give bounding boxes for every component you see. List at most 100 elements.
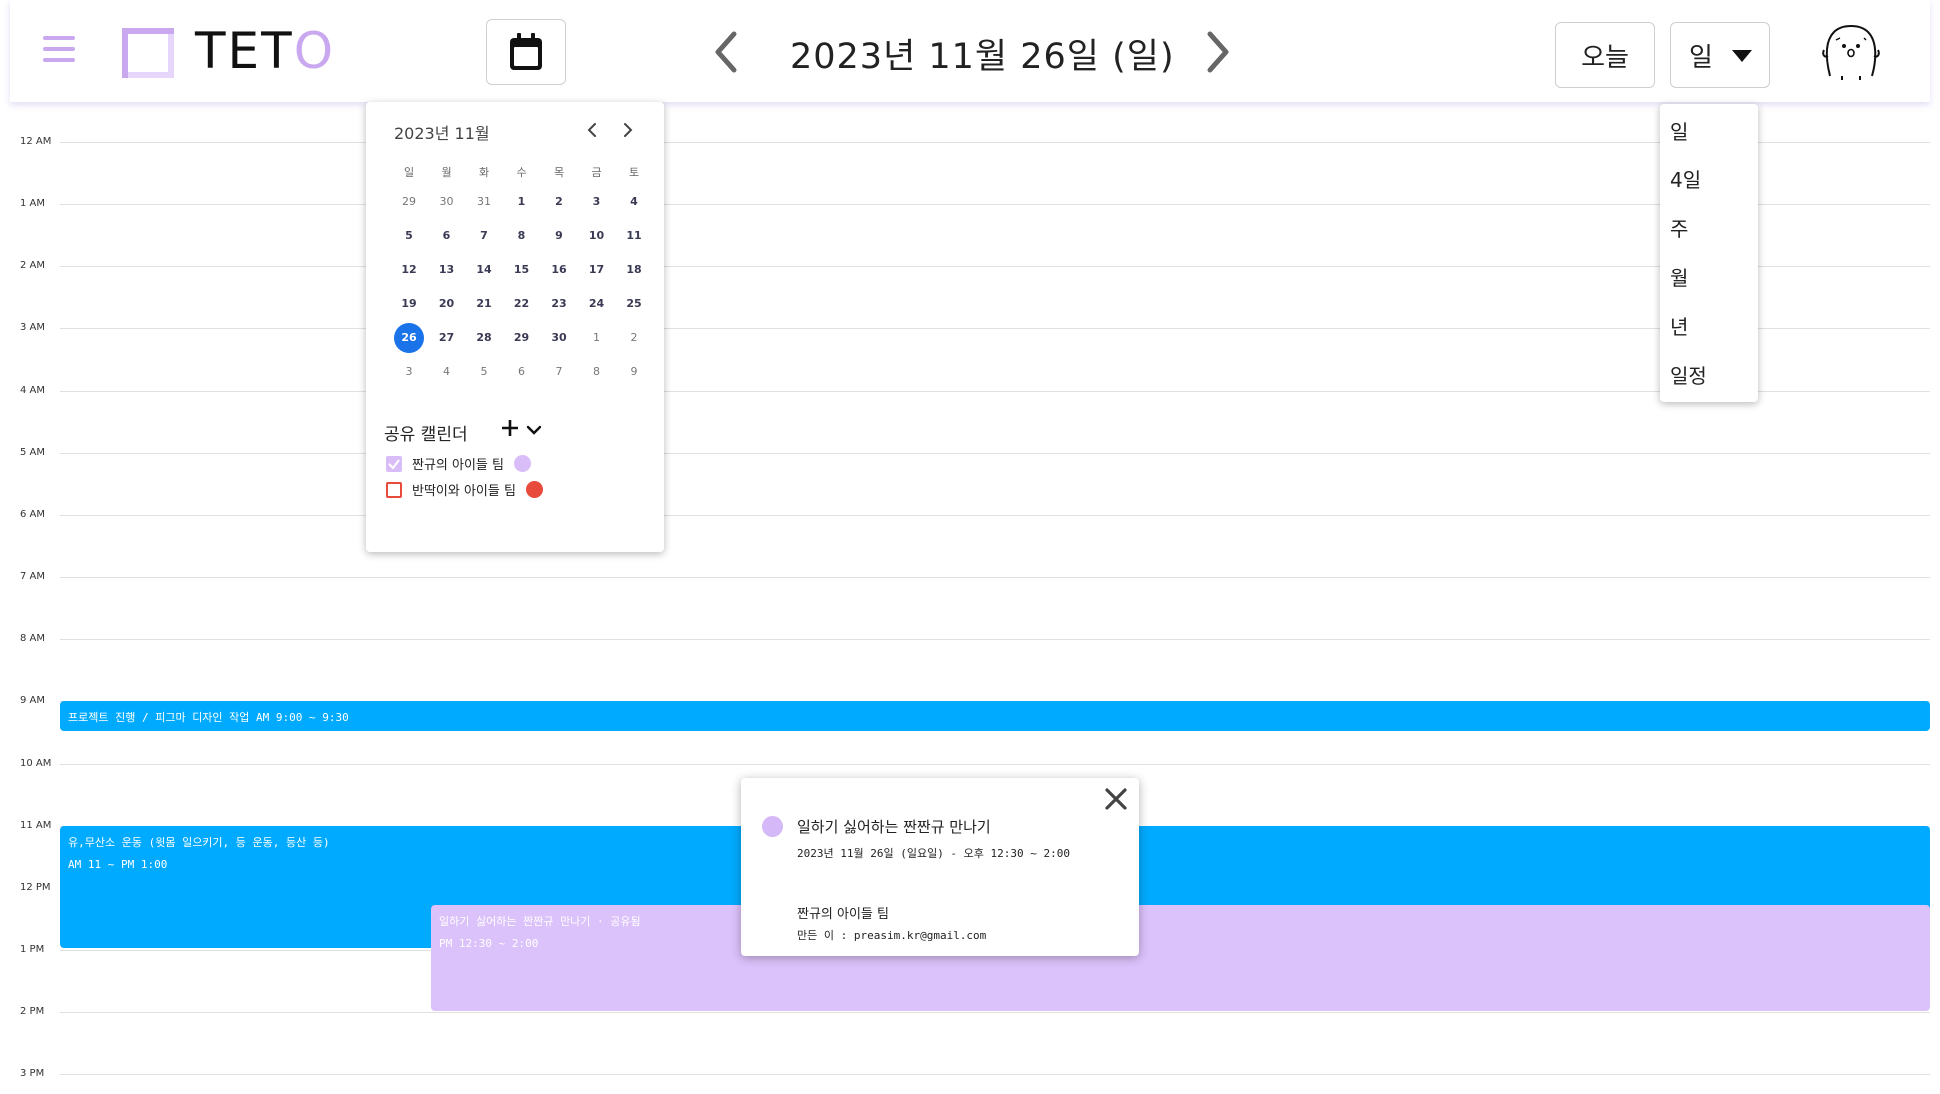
menu-icon[interactable] bbox=[43, 36, 75, 66]
event-figma-design[interactable]: 프로젝트 진행 / 피그마 디자인 작업 AM 9:00 ~ 9:30 bbox=[60, 701, 1930, 731]
event-meet-friend[interactable]: 일하기 싫어하는 짠짠규 만나기 · 공유됨 PM 12:30 ~ 2:00 bbox=[431, 905, 1930, 1011]
close-icon[interactable] bbox=[1103, 786, 1129, 812]
hour-label: 1 AM bbox=[20, 198, 46, 210]
mini-calendar-day[interactable]: 30 bbox=[544, 323, 574, 353]
hour-row[interactable]: 2 AM bbox=[0, 260, 1940, 286]
hour-gridline bbox=[60, 639, 1930, 641]
hour-label: 8 AM bbox=[20, 633, 46, 645]
shared-calendar-label: 짠규의 아이들 팀 bbox=[412, 458, 504, 473]
shared-calendar-item[interactable]: 반딱이와 아이들 팀 bbox=[386, 480, 543, 499]
view-option-4day[interactable]: 4일 bbox=[1670, 164, 1701, 193]
mini-calendar-toggle-button[interactable] bbox=[486, 19, 566, 85]
mini-calendar-day[interactable]: 15 bbox=[507, 255, 537, 285]
mini-calendar-day[interactable]: 14 bbox=[469, 255, 499, 285]
calendar-checkbox-unchecked[interactable] bbox=[386, 481, 402, 498]
mini-calendar-day[interactable]: 4 bbox=[619, 187, 649, 217]
user-avatar-icon[interactable] bbox=[1820, 20, 1882, 82]
mini-calendar-day[interactable]: 31 bbox=[469, 187, 499, 217]
mini-prev-month-icon[interactable] bbox=[582, 120, 602, 140]
event-time: PM 12:30 ~ 2:00 bbox=[439, 937, 539, 950]
mini-calendar-day[interactable]: 25 bbox=[619, 289, 649, 319]
check-icon bbox=[388, 458, 400, 470]
mini-calendar-day[interactable]: 29 bbox=[507, 323, 537, 353]
mini-calendar-day[interactable]: 1 bbox=[507, 187, 537, 217]
mini-calendar-panel: 2023년 11월 공유 캘린더 짠규의 아이들 팀 반딱이와 아이들 팀 일 월… bbox=[366, 102, 664, 552]
hour-row[interactable]: 4 AM bbox=[0, 385, 1940, 411]
view-option-year[interactable]: 년 bbox=[1670, 311, 1688, 340]
today-button[interactable]: 오늘 bbox=[1555, 22, 1655, 88]
mini-calendar-day[interactable]: 2 bbox=[544, 187, 574, 217]
next-day-arrow-icon[interactable] bbox=[1202, 28, 1234, 76]
mini-calendar-day[interactable]: 8 bbox=[507, 221, 537, 251]
hour-row[interactable]: 6 AM bbox=[0, 509, 1940, 535]
hour-row[interactable]: 7 AM bbox=[0, 571, 1940, 597]
mini-calendar-day[interactable]: 3 bbox=[394, 357, 424, 387]
mini-calendar-day[interactable]: 18 bbox=[619, 255, 649, 285]
hour-gridline bbox=[60, 204, 1930, 206]
calendar-color-dot bbox=[514, 455, 531, 472]
weekday-header: 금 bbox=[591, 166, 602, 179]
hour-row[interactable]: 8 AM bbox=[0, 633, 1940, 659]
mini-calendar-day[interactable]: 28 bbox=[469, 323, 499, 353]
hour-row[interactable]: 5 AM bbox=[0, 447, 1940, 473]
view-mode-value: 일 bbox=[1689, 42, 1713, 73]
calendar-icon bbox=[510, 33, 542, 70]
weekday-header: 화 bbox=[478, 166, 490, 179]
mini-calendar-day[interactable]: 4 bbox=[432, 357, 462, 387]
mini-calendar-day[interactable]: 7 bbox=[544, 357, 574, 387]
mini-calendar-day[interactable]: 7 bbox=[469, 221, 499, 251]
hour-row[interactable]: 2 PM bbox=[0, 1006, 1940, 1032]
hour-gridline bbox=[60, 1074, 1930, 1076]
mini-calendar-day[interactable]: 12 bbox=[394, 255, 424, 285]
mini-calendar-day[interactable]: 1 bbox=[582, 323, 612, 353]
mini-calendar-day[interactable]: 3 bbox=[582, 187, 612, 217]
hour-gridline bbox=[60, 1012, 1930, 1014]
view-option-schedule[interactable]: 일정 bbox=[1670, 360, 1707, 389]
hour-row[interactable]: 3 PM bbox=[0, 1068, 1940, 1094]
calendar-color-dot bbox=[525, 481, 543, 498]
mini-calendar-month-title: 2023년 11월 bbox=[394, 124, 490, 143]
mini-calendar-day[interactable]: 21 bbox=[469, 289, 499, 319]
mini-calendar-day[interactable]: 29 bbox=[394, 187, 424, 217]
mini-calendar-day[interactable]: 10 bbox=[582, 221, 612, 251]
mini-calendar-day[interactable]: 16 bbox=[544, 255, 574, 285]
mini-calendar-day[interactable]: 24 bbox=[582, 289, 612, 319]
mini-calendar-day[interactable]: 6 bbox=[507, 357, 537, 387]
previous-day-arrow-icon[interactable] bbox=[710, 28, 742, 76]
mini-calendar-day[interactable]: 22 bbox=[507, 289, 537, 319]
mini-calendar-day[interactable]: 11 bbox=[619, 221, 649, 251]
hour-label: 1 PM bbox=[20, 943, 45, 955]
shared-calendar-item[interactable]: 짠규의 아이들 팀 bbox=[386, 454, 531, 473]
hour-row[interactable]: 12 AM bbox=[0, 136, 1940, 162]
hour-label: 6 AM bbox=[20, 508, 46, 520]
mini-calendar-day[interactable]: 8 bbox=[582, 357, 612, 387]
calendar-checkbox-checked[interactable] bbox=[386, 455, 402, 472]
mini-calendar-day[interactable]: 2 bbox=[619, 323, 649, 353]
mini-calendar-day[interactable]: 9 bbox=[619, 357, 649, 387]
mini-calendar-day[interactable]: 13 bbox=[432, 255, 462, 285]
view-option-month[interactable]: 월 bbox=[1670, 262, 1688, 291]
chevron-down-icon[interactable] bbox=[526, 422, 542, 438]
hour-label: 10 AM bbox=[20, 757, 52, 769]
mini-calendar-day[interactable]: 23 bbox=[544, 289, 574, 319]
view-mode-select[interactable]: 일 bbox=[1670, 22, 1770, 88]
hour-row[interactable]: 3 AM bbox=[0, 322, 1940, 348]
mini-calendar-day[interactable]: 6 bbox=[432, 221, 462, 251]
mini-calendar-day[interactable]: 27 bbox=[432, 323, 462, 353]
mini-calendar-day[interactable]: 20 bbox=[432, 289, 462, 319]
mini-calendar-day[interactable]: 5 bbox=[394, 221, 424, 251]
popover-event-creator: 만든 이 : preasim.kr@gmail.com bbox=[797, 929, 987, 942]
mini-calendar-day-selected[interactable]: 26 bbox=[394, 323, 424, 353]
view-option-week[interactable]: 주 bbox=[1670, 213, 1688, 242]
add-shared-calendar-icon[interactable] bbox=[500, 418, 520, 438]
hour-gridline bbox=[60, 142, 1930, 143]
mini-calendar-day[interactable]: 19 bbox=[394, 289, 424, 319]
mini-calendar-day[interactable]: 5 bbox=[469, 357, 499, 387]
hour-row[interactable]: 1 AM bbox=[0, 198, 1940, 224]
popover-calendar-name: 짠규의 아이들 팀 bbox=[797, 907, 889, 922]
mini-calendar-day[interactable]: 30 bbox=[432, 187, 462, 217]
mini-calendar-day[interactable]: 17 bbox=[582, 255, 612, 285]
view-option-day[interactable]: 일 bbox=[1670, 116, 1688, 145]
mini-next-month-icon[interactable] bbox=[618, 120, 638, 140]
mini-calendar-day[interactable]: 9 bbox=[544, 221, 574, 251]
